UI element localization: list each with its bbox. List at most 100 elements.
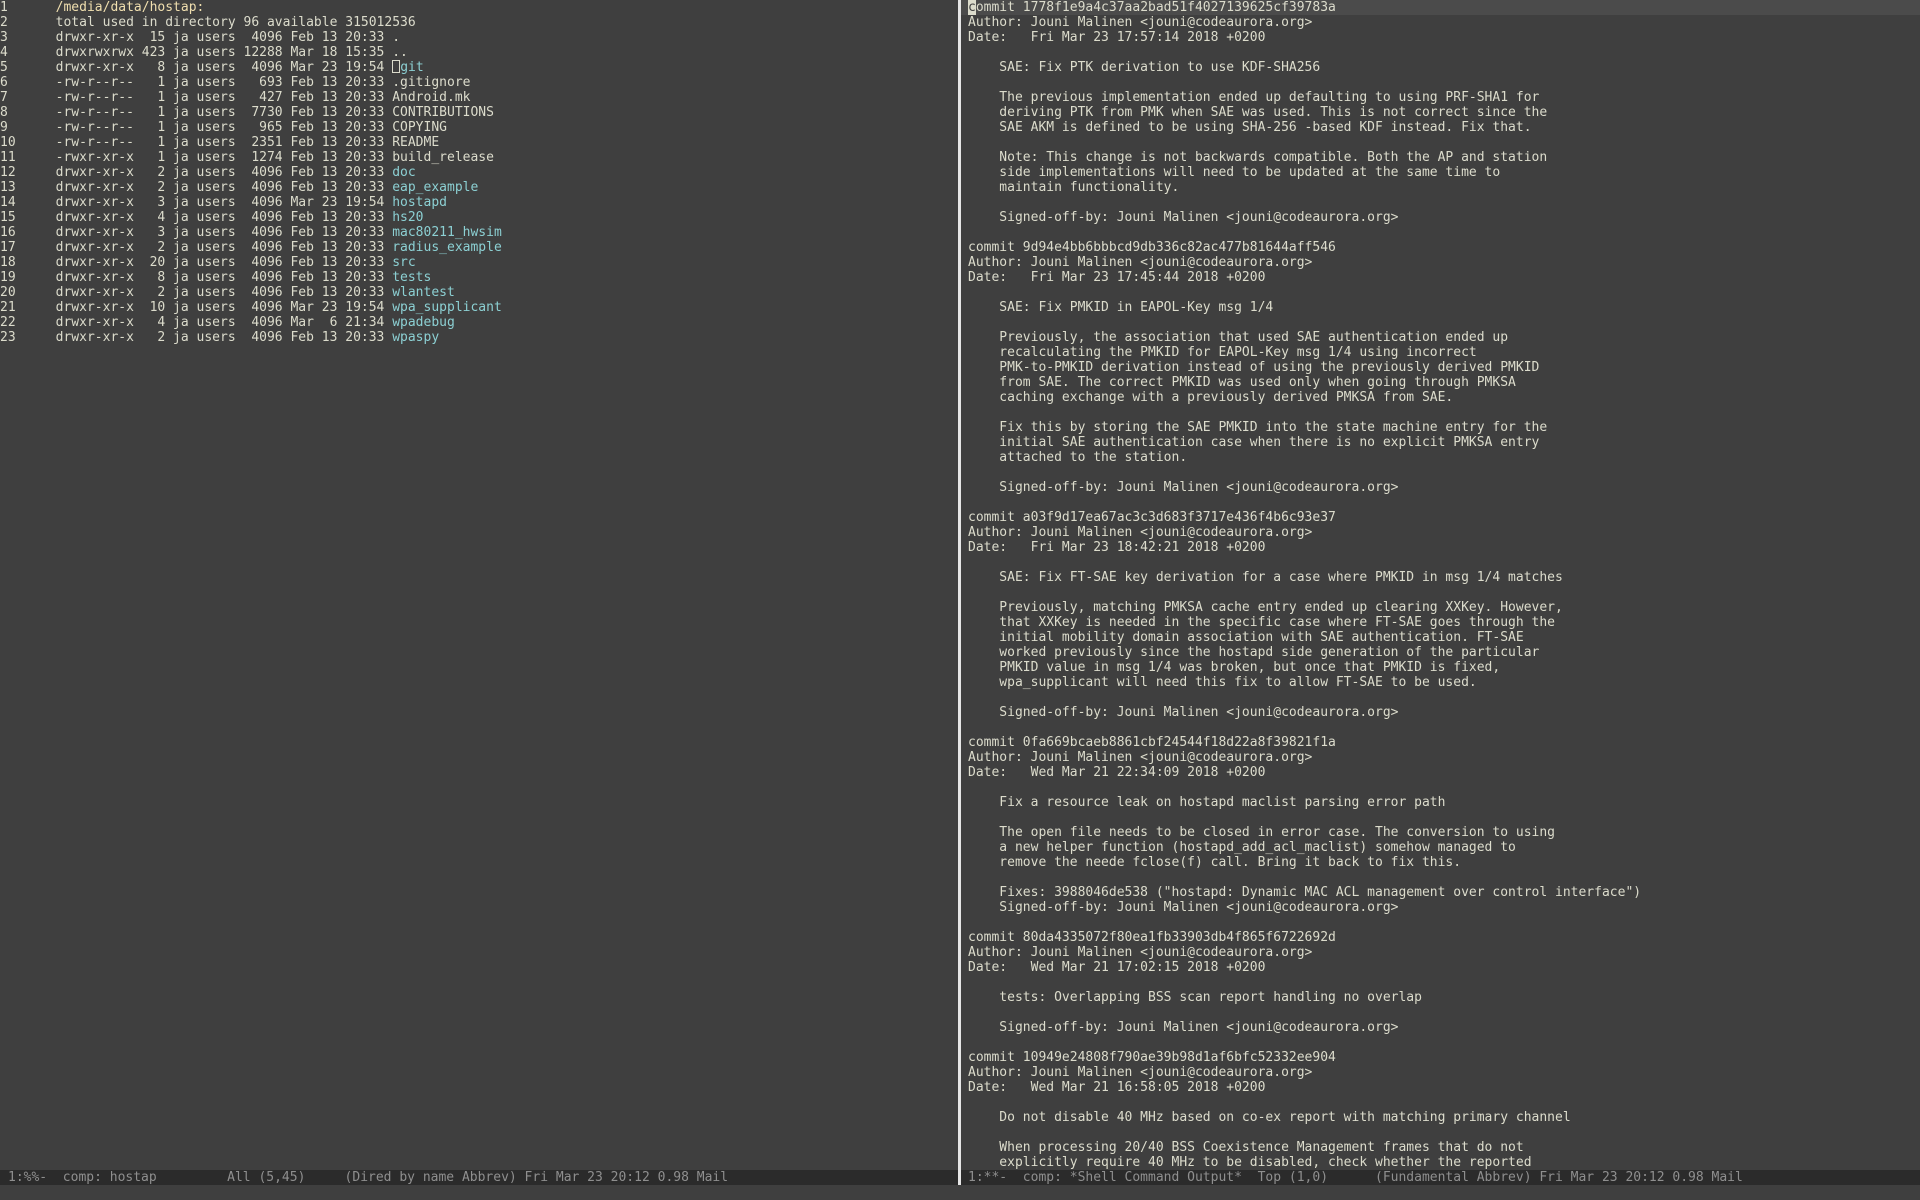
directory-name[interactable]: wpa_supplicant xyxy=(392,300,502,315)
log-line: remove the neede fclose(f) call. Bring i… xyxy=(968,855,1462,870)
dired-entry[interactable]: 18 drwxr-xr-x 20 ja users 4096 Feb 13 20… xyxy=(0,255,958,270)
commit-line: commit 0fa669bcaeb8861cbf24544f18d22a8f3… xyxy=(968,735,1336,750)
dired-entry[interactable]: 16 drwxr-xr-x 3 ja users 4096 Feb 13 20:… xyxy=(0,225,958,240)
file-name[interactable]: README xyxy=(392,135,439,150)
log-line: Date: Wed Mar 21 17:02:15 2018 +0200 xyxy=(968,960,1266,975)
dired-buffer[interactable]: 1 /media/data/hostap: 2 total used in dir… xyxy=(0,0,958,1170)
log-line: PMK-to-PMKID derivation instead of using… xyxy=(968,360,1540,375)
log-line: Date: Fri Mar 23 17:57:14 2018 +0200 xyxy=(968,30,1266,45)
directory-name[interactable]: tests xyxy=(392,270,431,285)
log-line: Date: Fri Mar 23 17:45:44 2018 +0200 xyxy=(968,270,1266,285)
file-name[interactable]: .gitignore xyxy=(392,75,470,90)
dired-entry[interactable]: 17 drwxr-xr-x 2 ja users 4096 Feb 13 20:… xyxy=(0,240,958,255)
directory-header: /media/data/hostap: xyxy=(40,0,205,15)
dired-entry[interactable]: 8 -rw-r--r-- 1 ja users 7730 Feb 13 20:3… xyxy=(0,105,958,120)
directory-name[interactable]: wpadebug xyxy=(392,315,455,330)
file-attributes: drwxr-xr-x 8 ja users 4096 Mar 23 19:54 xyxy=(40,60,393,75)
log-line: Signed-off-by: Jouni Malinen <jouni@code… xyxy=(968,705,1399,720)
log-line: worked previously since the hostapd side… xyxy=(968,645,1540,660)
line-number: 9 xyxy=(0,120,8,135)
dired-entry[interactable]: 12 drwxr-xr-x 2 ja users 4096 Feb 13 20:… xyxy=(0,165,958,180)
file-attributes: drwxr-xr-x 2 ja users 4096 Feb 13 20:33 xyxy=(40,330,393,345)
emacs-frame: 1 /media/data/hostap: 2 total used in dir… xyxy=(0,0,1920,1200)
directory-name[interactable]: wlantest xyxy=(392,285,455,300)
log-line: that XXKey is needed in the specific cas… xyxy=(968,615,1555,630)
dired-entry[interactable]: 6 -rw-r--r-- 1 ja users 693 Feb 13 20:33… xyxy=(0,75,958,90)
file-attributes: drwxr-xr-x 2 ja users 4096 Feb 13 20:33 xyxy=(40,165,393,180)
log-line: Author: Jouni Malinen <jouni@codeaurora.… xyxy=(968,15,1313,30)
file-attributes: -rw-r--r-- 1 ja users 965 Feb 13 20:33 xyxy=(40,120,393,135)
log-line: initial SAE authentication case when the… xyxy=(968,435,1540,450)
directory-name[interactable]: mac80211_hwsim xyxy=(392,225,502,240)
directory-name[interactable]: git xyxy=(400,60,423,75)
directory-name[interactable]: hostapd xyxy=(392,195,447,210)
log-line: recalculating the PMKID for EAPOL-Key ms… xyxy=(968,345,1477,360)
log-line: side implementations will need to be upd… xyxy=(968,165,1501,180)
file-name[interactable]: build_release xyxy=(392,150,494,165)
dired-entry[interactable]: 4 drwxrwxrwx 423 ja users 12288 Mar 18 1… xyxy=(0,45,958,60)
directory-name[interactable]: hs20 xyxy=(392,210,423,225)
dired-entry[interactable]: 19 drwxr-xr-x 8 ja users 4096 Feb 13 20:… xyxy=(0,270,958,285)
file-name[interactable]: COPYING xyxy=(392,120,447,135)
dired-entry[interactable]: 7 -rw-r--r-- 1 ja users 427 Feb 13 20:33… xyxy=(0,90,958,105)
dired-entry[interactable]: 3 drwxr-xr-x 15 ja users 4096 Feb 13 20:… xyxy=(0,30,958,45)
log-line: maintain functionality. xyxy=(968,180,1180,195)
file-attributes: drwxr-xr-x 2 ja users 4096 Feb 13 20:33 xyxy=(40,240,393,255)
dired-entry[interactable]: 14 drwxr-xr-x 3 ja users 4096 Mar 23 19:… xyxy=(0,195,958,210)
dired-entry[interactable]: 13 drwxr-xr-x 2 ja users 4096 Feb 13 20:… xyxy=(0,180,958,195)
line-number: 11 xyxy=(0,150,16,165)
dired-entry[interactable]: 5 drwxr-xr-x 8 ja users 4096 Mar 23 19:5… xyxy=(0,60,958,75)
dired-entry[interactable]: 22 drwxr-xr-x 4 ja users 4096 Mar 6 21:3… xyxy=(0,315,958,330)
directory-name[interactable]: radius_example xyxy=(392,240,502,255)
directory-name[interactable]: eap_example xyxy=(392,180,478,195)
log-line: wpa_supplicant will need this fix to all… xyxy=(968,675,1477,690)
minibuffer[interactable] xyxy=(0,1185,1920,1200)
dired-entry[interactable]: 20 drwxr-xr-x 2 ja users 4096 Feb 13 20:… xyxy=(0,285,958,300)
log-line: SAE AKM is defined to be using SHA-256 -… xyxy=(968,120,1532,135)
file-attributes: drwxrwxrwx 423 ja users 12288 Mar 18 15:… xyxy=(40,45,393,60)
dired-entry[interactable]: 9 -rw-r--r-- 1 ja users 965 Feb 13 20:33… xyxy=(0,120,958,135)
directory-name[interactable]: src xyxy=(392,255,415,270)
file-name[interactable]: Android.mk xyxy=(392,90,470,105)
file-name[interactable]: CONTRIBUTIONS xyxy=(392,105,494,120)
line-number: 5 xyxy=(0,60,8,75)
log-line: tests: Overlapping BSS scan report handl… xyxy=(968,990,1422,1005)
file-attributes: -rwxr-xr-x 1 ja users 1274 Feb 13 20:33 xyxy=(40,150,393,165)
line-number: 20 xyxy=(0,285,16,300)
file-attributes: drwxr-xr-x 15 ja users 4096 Feb 13 20:33 xyxy=(40,30,393,45)
file-attributes: -rw-r--r-- 1 ja users 7730 Feb 13 20:33 xyxy=(40,105,393,120)
file-attributes: drwxr-xr-x 20 ja users 4096 Feb 13 20:33 xyxy=(40,255,393,270)
log-line: When processing 20/40 BSS Coexistence Ma… xyxy=(968,1140,1524,1155)
shell-command-output-buffer[interactable]: commit 1778f1e9a4c37aa2bad51f4027139625c… xyxy=(961,0,1920,1170)
dired-entry[interactable]: 15 drwxr-xr-x 4 ja users 4096 Feb 13 20:… xyxy=(0,210,958,225)
file-name[interactable]: .. xyxy=(392,45,408,60)
line-number: 16 xyxy=(0,225,16,240)
dired-entry[interactable]: 10 -rw-r--r-- 1 ja users 2351 Feb 13 20:… xyxy=(0,135,958,150)
file-name[interactable]: . xyxy=(392,30,400,45)
dired-modeline[interactable]: 1:%%- comp: hostap All (5,45) (Dired by … xyxy=(0,1170,958,1185)
commit-line: commit 1778f1e9a4c37aa2bad51f4027139625c… xyxy=(961,0,1920,15)
dired-entry[interactable]: 11 -rwxr-xr-x 1 ja users 1274 Feb 13 20:… xyxy=(0,150,958,165)
dired-entry[interactable]: 21 drwxr-xr-x 10 ja users 4096 Mar 23 19… xyxy=(0,300,958,315)
log-line: Fix this by storing the SAE PMKID into t… xyxy=(968,420,1548,435)
line-number: 7 xyxy=(0,90,8,105)
directory-name[interactable]: doc xyxy=(392,165,415,180)
dired-entry[interactable]: 23 drwxr-xr-x 2 ja users 4096 Feb 13 20:… xyxy=(0,330,958,345)
log-line: attached to the station. xyxy=(968,450,1188,465)
line-number: 14 xyxy=(0,195,16,210)
file-attributes: -rw-r--r-- 1 ja users 693 Feb 13 20:33 xyxy=(40,75,393,90)
line-number: 4 xyxy=(0,45,8,60)
directory-name[interactable]: wpaspy xyxy=(392,330,439,345)
shell-output-modeline[interactable]: 1:**- comp: *Shell Command Output* Top (… xyxy=(961,1170,1920,1185)
